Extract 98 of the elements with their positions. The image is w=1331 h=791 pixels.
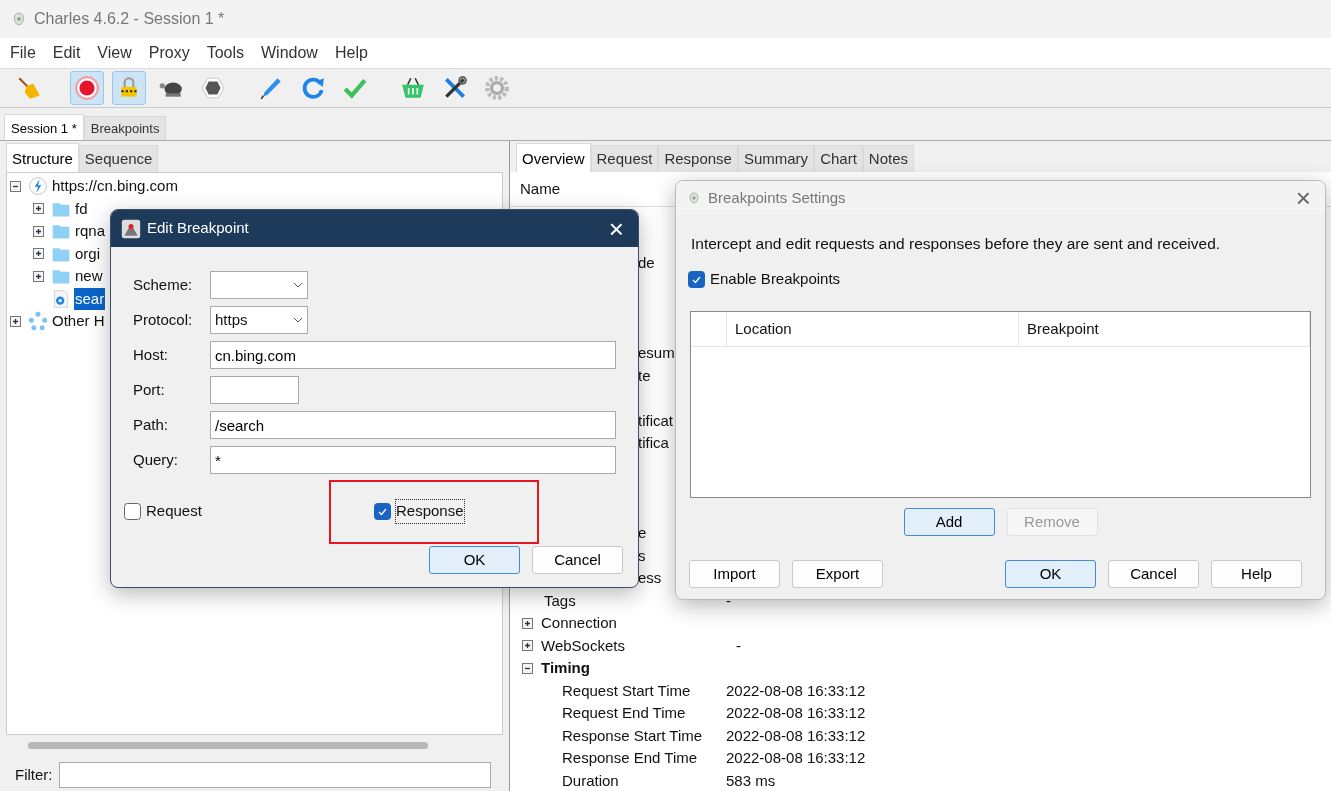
column-header: Name	[520, 178, 560, 199]
tree-item[interactable]: orgi	[74, 242, 101, 265]
checkbox[interactable]: Enable Breakpoints	[688, 268, 841, 291]
close-button[interactable]: ×	[604, 215, 628, 242]
row-label: Response End Time	[562, 748, 699, 768]
dropdown[interactable]	[210, 271, 308, 299]
session-tab[interactable]: Breakpoints	[83, 115, 167, 140]
app-logo-icon	[12, 10, 26, 28]
app-logo-icon	[688, 190, 700, 206]
tools-icon	[442, 75, 468, 101]
row-label: Duration	[562, 770, 620, 791]
column-header: Breakpoint	[1019, 311, 1310, 346]
dialog-description: Intercept and edit requests and responses before they are sent and received.	[690, 234, 1222, 254]
tree-item[interactable]: new	[74, 265, 104, 288]
dialog-button[interactable]: Help	[1211, 559, 1302, 588]
basket-icon	[400, 75, 426, 101]
menu-item[interactable]: Help	[334, 41, 368, 65]
window-title: Charles 4.6.2 - Session 1 *	[34, 9, 225, 29]
row-label: te	[638, 365, 651, 386]
row-label: Tags	[544, 590, 577, 611]
field-label: Protocol:	[133, 309, 194, 330]
panel-tab[interactable]: Overview	[516, 142, 591, 172]
row-label: tificat	[638, 410, 673, 431]
row-label: Connection	[541, 613, 618, 633]
refresh-icon	[300, 75, 326, 101]
row-label: de	[638, 253, 655, 273]
row-label: Request Start Time	[562, 680, 692, 701]
session-tab[interactable]: Session 1 *	[4, 113, 84, 140]
filter-field[interactable]	[58, 762, 491, 788]
broom-icon	[16, 75, 42, 101]
menu-item[interactable]: Window	[261, 41, 318, 65]
input-field[interactable]: *	[210, 446, 616, 474]
dialog-button[interactable]: OK	[1005, 559, 1096, 588]
panel-tab[interactable]: Request	[590, 144, 659, 172]
row-value: 2022-08-08 16:33:12	[726, 748, 866, 768]
tree-item[interactable]: sear	[74, 287, 106, 310]
tree-item[interactable]: Other H	[51, 310, 106, 333]
panel-tab[interactable]: Chart	[814, 144, 863, 172]
field-label: Path:	[133, 414, 170, 435]
row-label: Timing	[541, 658, 591, 678]
panel-tab[interactable]: Summary	[737, 144, 815, 172]
dialog-button[interactable]: Import	[689, 559, 780, 588]
chevron-down-icon	[293, 282, 303, 288]
breakpoint-icon	[121, 218, 141, 239]
field-label: Port:	[133, 379, 166, 400]
panel-tab[interactable]: Response	[658, 144, 738, 172]
scrollbar[interactable]	[28, 742, 428, 749]
record-icon	[74, 75, 100, 101]
tree-item[interactable]: https://cn.bing.com	[51, 175, 179, 198]
row-value: 583 ms	[726, 770, 776, 791]
dialog-title: Edit Breakpoint	[147, 218, 249, 239]
menu-item[interactable]: Edit	[52, 41, 81, 65]
row-label: s	[638, 545, 646, 566]
column-header: Location	[727, 311, 1019, 346]
dialog-button[interactable]: Export	[792, 559, 883, 588]
input-field[interactable]: /search	[210, 411, 616, 439]
field-label: Host:	[133, 344, 169, 365]
row-value: 2022-08-08 16:33:12	[726, 703, 866, 723]
row-label: WebSockets	[541, 635, 626, 656]
checkbox[interactable]: Response	[374, 500, 464, 523]
dialog-title: Breakpoints Settings	[708, 187, 846, 208]
row-label: tifica	[638, 433, 669, 453]
tree-item[interactable]: fd	[74, 197, 89, 220]
menu-item[interactable]: Proxy	[148, 41, 190, 65]
dropdown[interactable]: https	[210, 306, 308, 334]
dialog-button[interactable]: OK	[429, 546, 520, 574]
dialog-button[interactable]: Add	[903, 507, 995, 536]
field-label: Scheme:	[133, 274, 194, 295]
input-field[interactable]	[210, 376, 299, 404]
dialog-button[interactable]: Cancel	[532, 546, 623, 574]
row-label: Response Start Time	[562, 725, 704, 746]
row-label: e	[638, 523, 647, 543]
menu-item[interactable]: Tools	[206, 41, 244, 65]
file-icon	[51, 288, 71, 309]
gear-icon	[484, 75, 510, 101]
field-label: Query:	[133, 449, 179, 470]
hexagon-icon	[200, 75, 226, 101]
pen-icon	[258, 75, 284, 101]
row-value: -	[726, 590, 731, 611]
network-icon	[28, 311, 48, 332]
lightning-icon	[28, 176, 48, 197]
filter-label: Filter:	[15, 764, 53, 785]
menu-item[interactable]: View	[97, 41, 132, 65]
input-field[interactable]: cn.bing.com	[210, 341, 616, 369]
row-value: -	[736, 635, 741, 656]
row-value: 2022-08-08 16:33:12	[726, 725, 866, 746]
panel-tab[interactable]: Notes	[862, 144, 914, 172]
dialog-button[interactable]: Cancel	[1108, 559, 1199, 588]
tree-item[interactable]: rqna	[74, 220, 107, 243]
row-label: esum	[638, 343, 675, 363]
close-button[interactable]: ×	[1291, 185, 1315, 211]
checkbox[interactable]: Request	[124, 500, 202, 523]
menu-item[interactable]: File	[10, 41, 36, 65]
row-label: Request End Time	[562, 703, 687, 723]
row-value: 2022-08-08 16:33:12	[726, 680, 866, 701]
chevron-down-icon	[293, 317, 303, 323]
panel-tab[interactable]: Sequence	[78, 144, 159, 172]
panel-tab[interactable]: Structure	[6, 142, 79, 172]
